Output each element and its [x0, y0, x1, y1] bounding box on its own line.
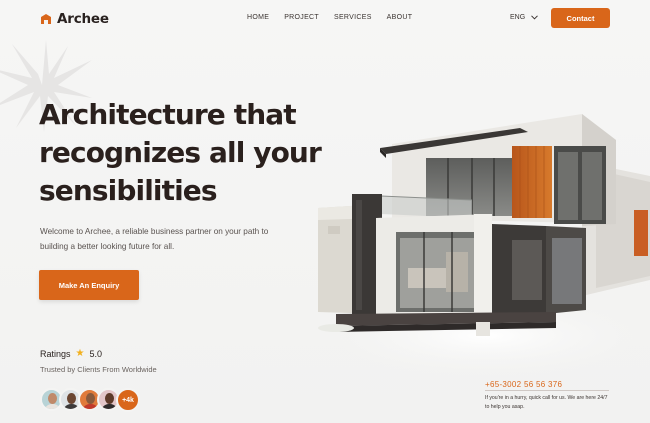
brand-logo[interactable]: Archee — [40, 11, 109, 27]
hero-headline: Architecture that recognizes all your se… — [39, 96, 339, 210]
chevron-down-icon — [531, 15, 539, 20]
client-count-badge: +4k — [116, 388, 140, 412]
brand-name: Archee — [57, 11, 109, 27]
contact-note: If you're in a hurry, quick call for us.… — [485, 395, 608, 410]
divider — [485, 390, 609, 391]
nav-about[interactable]: ABOUT — [387, 14, 413, 21]
logo-icon — [41, 14, 51, 24]
headline-line-1: Architecture that — [39, 98, 297, 131]
nav-project[interactable]: PROJECT — [284, 14, 319, 21]
headline-line-2: recognizes all your — [39, 136, 322, 169]
ratings-row: Ratings ★ 5.0 — [40, 348, 102, 359]
house-image — [306, 114, 650, 376]
headline-line-3: sensibilities — [39, 174, 218, 207]
star-icon: ★ — [75, 348, 85, 359]
phone-number[interactable]: +65-3002 56 56 376 — [485, 380, 562, 389]
trusted-text: Trusted by Clients From Worldwide — [40, 365, 157, 374]
language-selector[interactable]: ENG — [510, 14, 539, 21]
hero-subtext: Welcome to Archee, a reliable business p… — [40, 227, 269, 251]
ratings-label: Ratings — [40, 348, 71, 359]
client-avatars: +4k — [40, 388, 140, 412]
nav-home[interactable]: HOME — [247, 14, 269, 21]
ratings-score: 5.0 — [89, 348, 102, 359]
nav-services[interactable]: SERVICES — [334, 14, 372, 21]
make-enquiry-button[interactable]: Make An Enquiry — [39, 270, 139, 300]
landing-page: Archee HOME PROJECT SERVICES ABOUT ENG C… — [0, 0, 650, 423]
main-nav: HOME PROJECT SERVICES ABOUT — [247, 14, 412, 21]
contact-button[interactable]: Contact — [551, 8, 610, 28]
language-label: ENG — [510, 14, 526, 21]
